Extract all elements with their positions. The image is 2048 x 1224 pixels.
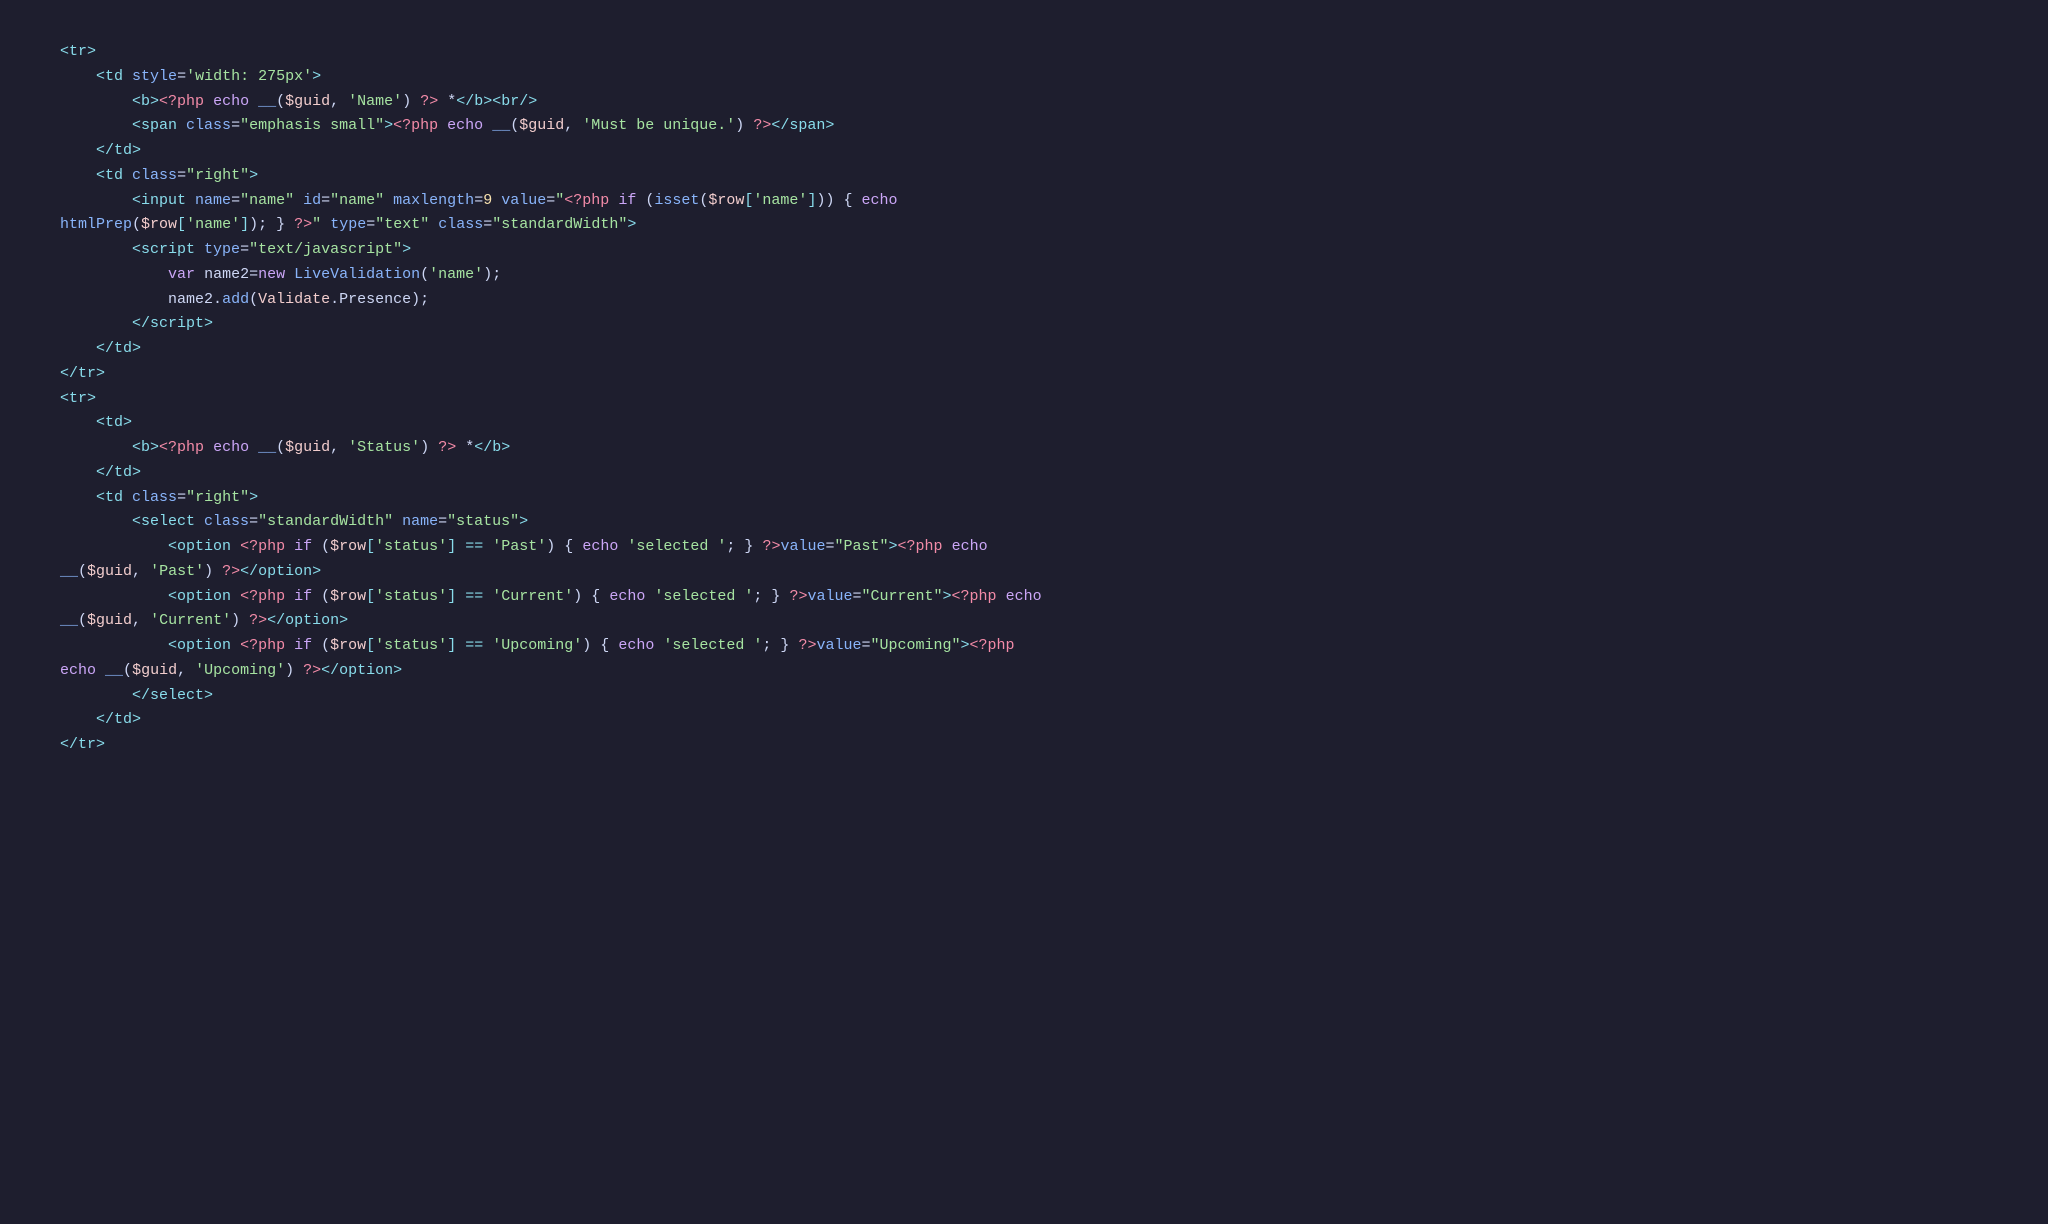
code-editor: <tr> <td style='width: 275px'> <b><?php … xyxy=(0,0,2048,1224)
code-content: <tr> <td style='width: 275px'> <b><?php … xyxy=(60,40,1988,758)
